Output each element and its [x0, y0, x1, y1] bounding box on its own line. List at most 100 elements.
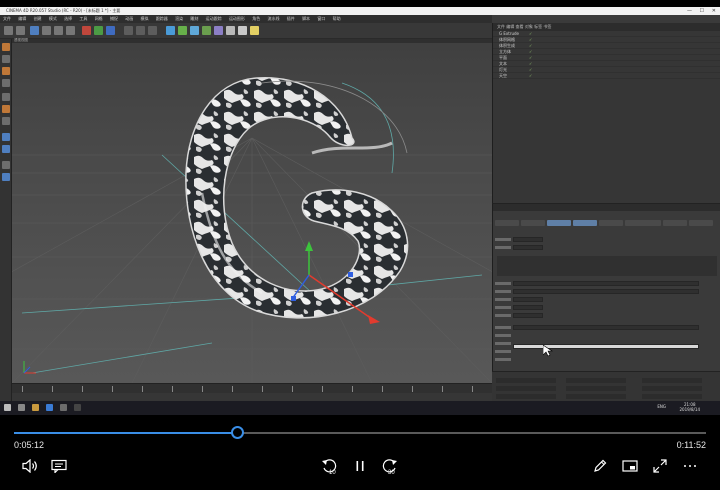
object-name: 平面 — [499, 55, 507, 60]
attribute-label — [495, 358, 511, 361]
pause-button[interactable] — [351, 457, 369, 475]
redo-icon — [16, 26, 25, 35]
subdivision-icon — [190, 26, 199, 35]
seek-bar[interactable] — [14, 426, 706, 439]
timeline-tick — [232, 386, 233, 392]
c4d-menubar: 文件 编辑 创建 模式 选择 工具 网格 捕捉 动画 模拟 跟踪器 渲染 雕刻 … — [0, 15, 492, 23]
video-frame[interactable]: CINEMA 4D R20.057 Studio (RC - R20) - [未… — [0, 7, 720, 415]
taskbar-language: ENG — [657, 404, 666, 409]
polygons-mode-icon — [2, 117, 10, 125]
c4d-left-toolbar — [0, 39, 12, 401]
menu-item: 流水线 — [267, 16, 280, 21]
c4d-timeline — [12, 383, 492, 393]
attribute-tab — [599, 220, 623, 226]
floor-grid — [12, 137, 492, 383]
timeline-tick — [292, 386, 293, 392]
menu-item: 创建 — [33, 16, 42, 21]
scale-tool-icon — [54, 26, 63, 35]
c4d-window-title: CINEMA 4D R20.057 Studio (RC - R20) - [未… — [6, 8, 121, 13]
menu-item: 雕刻 — [190, 16, 199, 21]
light-icon — [250, 26, 259, 35]
y-axis-icon — [94, 26, 103, 35]
windows-taskbar: 21:08 2019/8/14 ENG — [0, 401, 720, 415]
attribute-label — [495, 290, 511, 293]
fullscreen-icon — [653, 459, 667, 473]
texture-mode-icon — [2, 67, 10, 75]
menu-item: 动画 — [125, 16, 134, 21]
object-name: 天空 — [499, 73, 507, 78]
model-mode-icon — [2, 55, 10, 63]
attribute-label — [495, 326, 511, 329]
menu-item: 跟踪器 — [155, 16, 168, 21]
cube-icon — [166, 26, 175, 35]
make-editable-icon — [2, 43, 10, 51]
app-icon — [74, 404, 81, 411]
mouse-cursor-icon — [543, 345, 553, 357]
timeline-tick — [472, 386, 473, 392]
fullscreen-button[interactable] — [651, 457, 669, 475]
visible-check-icon: ✓ — [529, 73, 533, 78]
c4d-titlebar: CINEMA 4D R20.057 Studio (RC - R20) - [未… — [0, 7, 720, 15]
attribute-field — [513, 289, 699, 294]
total-time: 0:11:52 — [676, 440, 706, 450]
file-explorer-icon — [32, 404, 39, 411]
menu-item: 网格 — [94, 16, 103, 21]
attribute-tab — [521, 220, 545, 226]
marble-g-object — [185, 77, 409, 319]
skip-forward-button[interactable]: 30 — [381, 457, 399, 476]
attribute-label — [495, 350, 511, 353]
dropdown-highlighted — [513, 344, 699, 349]
seek-bar-thumb[interactable] — [231, 426, 245, 439]
timeline-tick — [82, 386, 83, 392]
menu-item: 脚本 — [302, 16, 311, 21]
object-name: 立方体 — [499, 49, 511, 54]
task-view-icon — [18, 404, 25, 411]
attribute-field — [513, 281, 699, 286]
coord-field — [642, 378, 702, 383]
c4d-playback-bar — [12, 393, 492, 407]
object-manager-menu: 文件 编辑 查看 对象 标签 书签 — [493, 23, 720, 31]
z-axis-icon — [106, 26, 115, 35]
world-axis-indicator — [23, 361, 36, 374]
taskbar-clock: 21:08 2019/8/14 — [679, 402, 700, 412]
timeline-tick — [382, 386, 383, 392]
subtitles-button[interactable] — [50, 457, 68, 475]
attribute-field — [513, 245, 543, 250]
current-time: 0:05:12 — [14, 440, 45, 450]
lock-workplane-icon — [2, 173, 10, 181]
edit-button[interactable] — [591, 457, 609, 475]
attribute-field — [513, 325, 699, 330]
menu-item: 编辑 — [18, 16, 27, 21]
skip-back-button[interactable]: 10 — [320, 457, 338, 476]
render-settings-icon — [148, 26, 157, 35]
attribute-label — [495, 246, 511, 249]
attribute-label — [495, 334, 511, 337]
coord-field — [496, 386, 556, 391]
timeline-tick — [322, 386, 323, 392]
menu-item: 插件 — [286, 16, 295, 21]
mini-view-button[interactable] — [621, 457, 639, 475]
floor-icon — [226, 26, 235, 35]
close-icon: ✕ — [711, 8, 716, 14]
menu-item: 模式 — [48, 16, 57, 21]
attribute-field — [513, 305, 543, 310]
attribute-tab — [625, 220, 661, 226]
move-tool-icon — [42, 26, 51, 35]
object-name: 灯光 — [499, 67, 507, 72]
workplane-icon — [2, 79, 10, 87]
minimize-icon: — — [687, 8, 692, 14]
points-mode-icon — [2, 93, 10, 101]
c4d-viewport — [12, 43, 492, 383]
more-button[interactable] — [681, 457, 699, 475]
attribute-label — [495, 282, 511, 285]
object-row: 天空 ✓ — [493, 73, 720, 79]
volume-button[interactable] — [21, 457, 39, 475]
pen-spline-icon — [178, 26, 187, 35]
coord-field — [496, 378, 556, 383]
attribute-preview-area — [497, 256, 717, 276]
attribute-tab — [663, 220, 687, 226]
rotate-tool-icon — [66, 26, 75, 35]
attribute-tab-active — [547, 220, 571, 226]
timeline-tick — [442, 386, 443, 392]
timeline-tick — [142, 386, 143, 392]
